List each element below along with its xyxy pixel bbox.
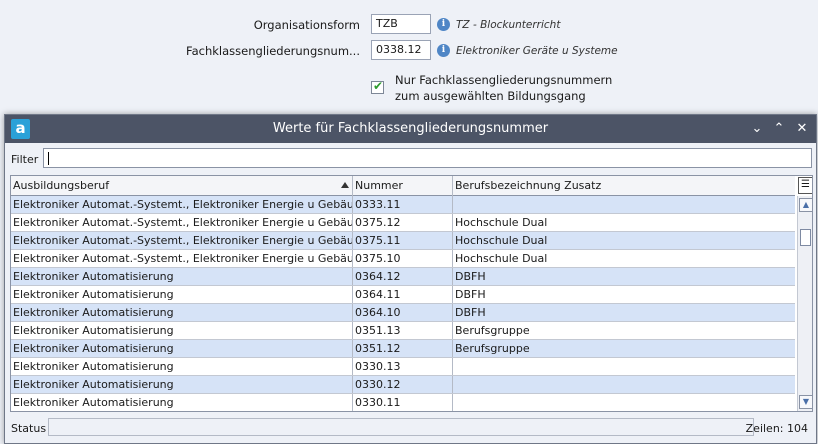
cell-nummer: 0330.13 [353,358,453,375]
cell-zusatz: DBFH [455,270,486,283]
cell-nummer: 0375.11 [353,232,453,249]
org-form-input[interactable]: TZB [371,14,431,34]
table-body: Elektroniker Automat.-Systemt., Elektron… [11,196,795,411]
filter-checkbox[interactable]: ✔ [371,79,384,94]
fach-label: Fachklassengliederungsnum... [186,44,360,58]
cell-zusatz: DBFH [455,288,486,301]
vertical-scrollbar[interactable]: ▲ ▼ [797,196,812,411]
close-icon[interactable]: ✕ [793,120,811,138]
cell-nummer: 0364.12 [353,268,453,285]
cell-nummer: 0364.11 [353,286,453,303]
table-row[interactable]: Elektroniker Automat.-Systemt., Elektron… [11,232,795,250]
table-row[interactable]: Elektroniker Automatisierung 0364.12 DBFH [11,268,795,286]
column-header-zusatz[interactable]: Berufsbezeichnung Zusatz [453,176,795,196]
cell-ausbildungsberuf: Elektroniker Automatisierung [11,304,353,321]
org-form-label: Organisationsform [253,18,360,32]
chevron-up-icon[interactable]: ⌃ [770,120,788,138]
table-row[interactable]: Elektroniker Automatisierung 0330.11 [11,394,795,411]
table-header: Ausbildungsberuf Nummer Berufsbezeichnun… [11,176,795,196]
table-row[interactable]: Elektroniker Automat.-Systemt., Elektron… [11,214,795,232]
cell-zusatz: Hochschule Dual [455,216,548,229]
cell-nummer: 0364.10 [353,304,453,321]
table-row[interactable]: Elektroniker Automatisierung 0364.10 DBFH [11,304,795,322]
chevron-down-icon[interactable]: ⌄ [748,120,766,138]
cell-ausbildungsberuf: Elektroniker Automatisierung [11,376,353,393]
lookup-dialog: a Werte für Fachklassengliederungsnummer… [4,114,817,444]
status-field [48,418,754,436]
filter-label: Filter [11,153,39,166]
cell-ausbildungsberuf: Elektroniker Automat.-Systemt., Elektron… [13,214,353,231]
column-chooser-icon[interactable]: ☰ [798,177,812,194]
table-row[interactable]: Elektroniker Automatisierung 0351.13 Beruf… [11,322,795,340]
column-header-ausbildungsberuf[interactable]: Ausbildungsberuf [11,176,353,196]
values-table: Ausbildungsberuf Nummer Berufsbezeichnun… [10,175,813,412]
checkbox-label: Nur Fachklassengliederungsnummern zum au… [395,72,612,104]
text-caret [48,152,49,165]
table-row[interactable]: Elektroniker Automatisierung 0330.12 [11,376,795,394]
cell-ausbildungsberuf: Elektroniker Automatisierung [11,268,353,285]
filter-input[interactable] [43,148,812,168]
cell-zusatz: Hochschule Dual [455,252,548,265]
cell-ausbildungsberuf: Elektroniker Automatisierung [11,322,353,339]
column-header-nummer[interactable]: Nummer [353,176,453,196]
cell-zusatz [453,394,795,411]
cell-zusatz: Hochschule Dual [455,234,548,247]
table-row[interactable]: Elektroniker Automat.-Systemt., Elektron… [11,250,795,268]
checkbox-label-line1: Nur Fachklassengliederungsnummern [395,73,613,87]
dialog-title: Werte für Fachklassengliederungsnummer [272,121,549,136]
checkbox-label-line2: zum ausgewählten Bildungsgang [395,89,586,103]
cell-ausbildungsberuf: Elektroniker Automatisierung [11,358,353,375]
table-row[interactable]: Elektroniker Automatisierung 0351.12 Beruf… [11,340,795,358]
info-icon[interactable]: i [437,44,450,57]
scroll-up-icon[interactable]: ▲ [799,198,812,212]
cell-ausbildungsberuf: Elektroniker Automat.-Systemt., Elektron… [13,250,353,267]
cell-ausbildungsberuf: Elektroniker Automatisierung [11,394,353,411]
cell-zusatz: Berufsgruppe [455,342,530,355]
status-label: Status [11,422,47,435]
fach-input[interactable]: 0338.12 [371,40,431,60]
column-header-label: Ausbildungsberuf [13,179,110,192]
scrollbar-thumb[interactable] [800,229,811,246]
row-count: Zeilen: 104 [745,422,808,435]
info-icon[interactable]: i [437,18,450,31]
table-row[interactable]: Elektroniker Automatisierung 0364.11 DBFH [11,286,795,304]
scroll-down-icon[interactable]: ▼ [799,395,812,409]
cell-zusatz: DBFH [455,306,486,319]
org-form-hint: TZ - Blockunterricht [456,19,561,31]
cell-ausbildungsberuf: Elektroniker Automat.-Systemt., Elektron… [13,196,353,213]
cell-zusatz [453,358,795,375]
cell-zusatz [453,376,795,393]
cell-zusatz [453,196,795,213]
cell-ausbildungsberuf: Elektroniker Automatisierung [11,286,353,303]
cell-nummer: 0351.12 [353,340,453,357]
cell-nummer: 0351.13 [353,322,453,339]
cell-nummer: 0330.12 [353,376,453,393]
cell-ausbildungsberuf: Elektroniker Automat.-Systemt., Elektron… [13,232,353,249]
check-icon: ✔ [373,79,384,93]
cell-nummer: 0375.10 [353,250,453,267]
cell-zusatz: Berufsgruppe [455,324,530,337]
cell-nummer: 0375.12 [353,214,453,231]
sort-ascending-icon [341,182,349,188]
table-row[interactable]: Elektroniker Automatisierung 0330.13 [11,358,795,376]
cell-ausbildungsberuf: Elektroniker Automatisierung [11,340,353,357]
fach-hint: Elektroniker Geräte u Systeme [456,45,618,57]
cell-nummer: 0333.11 [353,196,453,213]
cell-nummer: 0330.11 [353,394,453,411]
dialog-titlebar[interactable]: a Werte für Fachklassengliederungsnummer… [5,115,816,143]
table-row[interactable]: Elektroniker Automat.-Systemt., Elektron… [11,196,795,214]
